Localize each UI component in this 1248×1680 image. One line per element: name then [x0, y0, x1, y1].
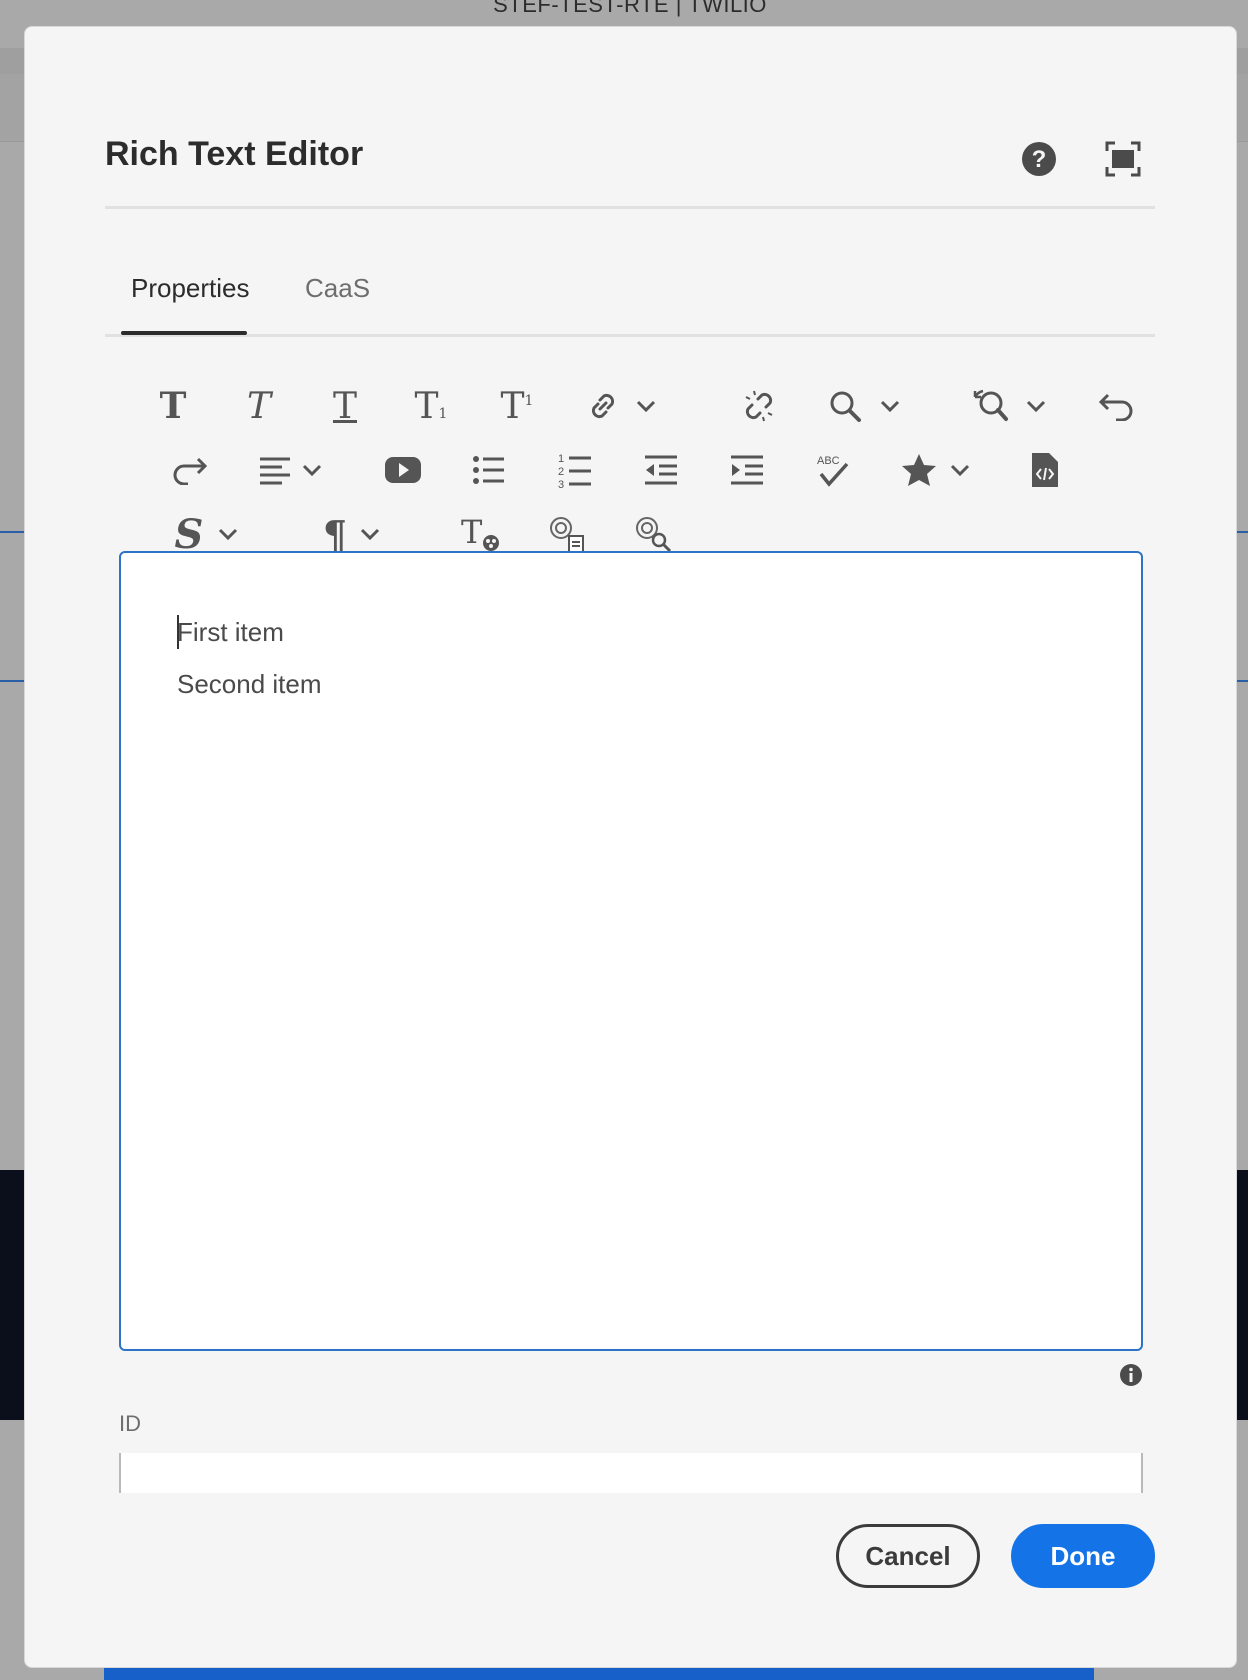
link-dropdown-chevron-down-icon[interactable] — [631, 380, 661, 432]
dialog-title: Rich Text Editor — [105, 135, 364, 173]
star-dropdown-chevron-down-icon[interactable] — [945, 444, 975, 496]
svg-text:T: T — [461, 515, 483, 551]
find-icon[interactable] — [815, 380, 875, 432]
link-icon[interactable] — [573, 380, 633, 432]
svg-text:2: 2 — [558, 466, 564, 478]
source-edit-icon[interactable] — [1015, 444, 1075, 496]
bullet-list-icon[interactable] — [459, 444, 519, 496]
editor-toolbar: T T T T1 T1 1 2 3 ABC S ¶ T — [125, 372, 1175, 562]
tab-list: Properties CaaS — [105, 257, 1155, 337]
tab-caas[interactable]: CaaS — [305, 273, 370, 335]
background-window-title: STEF-TEST-RTE | TWILIO — [493, 0, 767, 17]
rich-text-editor-area[interactable]: First item Second item — [119, 551, 1143, 1351]
svg-text:?: ? — [1032, 146, 1047, 173]
find-replace-icon[interactable] — [961, 380, 1021, 432]
find-dropdown-chevron-down-icon[interactable] — [875, 380, 905, 432]
help-icon[interactable]: ? — [1019, 139, 1059, 179]
fullscreen-icon[interactable] — [1103, 139, 1143, 179]
id-field-container — [105, 1453, 1165, 1493]
star-icon[interactable] — [889, 444, 949, 496]
svg-text:1: 1 — [558, 453, 564, 465]
video-icon[interactable] — [373, 444, 433, 496]
undo-icon[interactable] — [1087, 380, 1147, 432]
done-button[interactable]: Done — [1011, 1524, 1155, 1588]
align-dropdown-chevron-down-icon[interactable] — [297, 444, 327, 496]
indent-icon[interactable] — [717, 444, 777, 496]
dialog-header: Rich Text Editor ? — [105, 109, 1155, 209]
subscript-icon[interactable]: T1 — [401, 380, 461, 432]
id-input[interactable] — [119, 1453, 1143, 1493]
unlink-icon[interactable] — [729, 380, 789, 432]
info-icon[interactable] — [1119, 1363, 1143, 1387]
rich-text-editor-dialog: Rich Text Editor ? Properties CaaS T T T… — [24, 26, 1237, 1668]
superscript-icon[interactable]: T1 — [487, 380, 547, 432]
id-field-label: ID — [119, 1411, 141, 1436]
align-icon[interactable] — [245, 444, 305, 496]
editor-paragraph[interactable]: First item — [177, 617, 284, 648]
active-tab-indicator — [121, 331, 247, 335]
svg-text:ABC: ABC — [817, 455, 840, 467]
find-replace-dropdown-chevron-down-icon[interactable] — [1021, 380, 1051, 432]
redo-icon[interactable] — [159, 444, 219, 496]
svg-text:3: 3 — [558, 479, 564, 489]
bold-icon[interactable]: T — [143, 380, 203, 432]
underline-icon[interactable]: T — [315, 380, 375, 432]
text-caret — [177, 615, 179, 649]
italic-icon[interactable]: T — [229, 380, 289, 432]
spellcheck-icon[interactable]: ABC — [803, 444, 863, 496]
editor-paragraph[interactable]: Second item — [177, 669, 322, 700]
outdent-icon[interactable] — [631, 444, 691, 496]
cancel-button[interactable]: Cancel — [836, 1524, 980, 1588]
tab-properties[interactable]: Properties — [131, 273, 250, 335]
numbered-list-icon[interactable]: 123 — [545, 444, 605, 496]
